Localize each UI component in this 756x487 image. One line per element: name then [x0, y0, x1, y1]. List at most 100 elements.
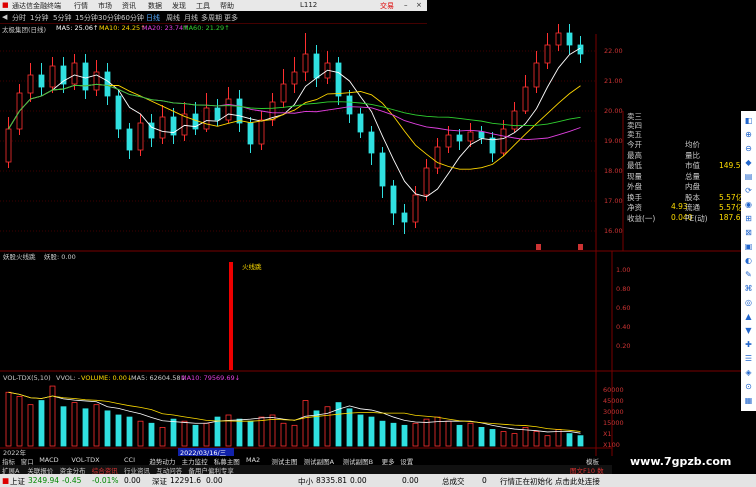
sz-value: 12291.6 — [170, 476, 202, 485]
candle-body — [533, 62, 540, 88]
side-btn-7-icon[interactable]: ◉ — [743, 199, 754, 210]
price-tick-label: 17.00 — [604, 197, 623, 205]
vol-ma10: MA10: 79569.69↓ — [181, 374, 240, 382]
candle-body — [456, 134, 463, 142]
extra-value: 0.00 — [402, 476, 419, 485]
candle-body — [236, 98, 243, 124]
side-btn-20-icon[interactable]: ⊙ — [743, 381, 754, 392]
candle-body — [126, 128, 133, 151]
side-btn-9-icon[interactable]: ⊠ — [743, 227, 754, 238]
indicator-tab[interactable]: MACD — [39, 456, 58, 464]
sz-amount: 0.00 — [206, 476, 223, 485]
connection-message[interactable]: 行情正在初始化 点击此处连接 — [500, 476, 600, 487]
signal-bar — [229, 262, 233, 370]
price-tick-label: 18.00 — [604, 167, 623, 175]
price-axis: 22.00 21.00 20.00 19.00 18.00 17.00 16.00 — [604, 47, 623, 235]
volume-bar — [27, 404, 34, 447]
volume-bar — [577, 435, 584, 447]
volume-tick-label: X100 — [603, 441, 620, 449]
side-btn-3-icon[interactable]: ⊖ — [743, 143, 754, 154]
volume-bar — [170, 418, 177, 447]
side-btn-15-icon[interactable]: ▲ — [743, 311, 754, 322]
watermark: www.7gpzb.com — [630, 455, 732, 468]
volume-bar — [181, 420, 188, 447]
mid-name[interactable]: 中小 — [298, 476, 313, 487]
quote-label-right: 股本 — [685, 192, 700, 202]
side-btn-1-icon[interactable]: ◧ — [743, 115, 754, 126]
volume-tick-label: X1 — [603, 430, 612, 438]
candle-body — [566, 32, 573, 46]
candle-body — [104, 71, 111, 97]
candle-group — [5, 24, 584, 234]
candle-body — [5, 128, 12, 163]
quote-label-left: 外盘 — [627, 182, 642, 191]
vol-vvol: VVOL: - — [56, 374, 81, 382]
candle-body — [445, 134, 452, 148]
candle-body — [544, 44, 551, 64]
signal-marker-1 — [536, 244, 541, 250]
volume-tick-label: 15000 — [603, 419, 624, 427]
candle-body — [159, 116, 166, 139]
side-btn-14-icon[interactable]: ◎ — [743, 297, 754, 308]
candle-body — [390, 185, 397, 214]
volume-bar — [291, 424, 298, 447]
side-btn-16-icon[interactable]: ▼ — [743, 325, 754, 336]
volume-bar — [49, 385, 56, 447]
indicator-tab[interactable]: VOL-TDX — [71, 456, 99, 464]
volume-bar — [346, 408, 353, 447]
quote-label-left: 最高 — [627, 150, 642, 160]
side-btn-10-icon[interactable]: ▣ — [743, 241, 754, 252]
side-btn-2-icon[interactable]: ⊕ — [743, 129, 754, 140]
candle-body — [467, 131, 474, 142]
side-btn-13-icon[interactable]: ⌘ — [743, 283, 754, 294]
side-btn-21-icon[interactable]: ▦ — [743, 395, 754, 406]
volume-bars — [5, 385, 584, 447]
side-btn-19-icon[interactable]: ◈ — [743, 367, 754, 378]
volume-bar — [236, 418, 243, 447]
side-btn-6-icon[interactable]: ⟳ — [743, 185, 754, 196]
candle-body — [38, 74, 45, 88]
price-tick-label: 22.00 — [604, 47, 623, 55]
volume-bar — [82, 408, 89, 447]
side-btn-18-icon[interactable]: ☰ — [743, 353, 754, 364]
volume-bar — [225, 414, 232, 447]
panel2-axis: 1.00 0.80 0.60 0.40 0.20 — [616, 266, 630, 350]
panel2-tick-label: 0.40 — [616, 323, 630, 331]
volume-tick-label: 60000 — [603, 386, 624, 394]
volume-bar — [357, 414, 364, 447]
volume-bar — [192, 424, 199, 447]
extension-tabs: 扩展A 关联报价 资金分布 综合资讯 行业资讯 互动问答 备用户偏利专享 图文F10 数 — [0, 465, 612, 475]
volume-bar — [148, 422, 155, 447]
volume-bar — [489, 429, 496, 447]
sh-amount: 0.00 — [124, 476, 141, 485]
volume-tick-label: 45000 — [603, 397, 624, 405]
candle-body — [313, 53, 320, 79]
side-btn-12-icon[interactable]: ✎ — [743, 269, 754, 280]
sh-value: 3249.94 — [28, 476, 60, 485]
candle-body — [522, 86, 529, 112]
side-btn-4-icon[interactable]: ◆ — [743, 157, 754, 168]
side-btn-11-icon[interactable]: ◐ — [743, 255, 754, 266]
candle-body — [478, 131, 485, 139]
volume-bar — [390, 422, 397, 447]
candle-body — [214, 107, 221, 121]
indicator-tab[interactable]: MA2 — [246, 456, 260, 464]
volume-bar — [478, 426, 485, 447]
side-btn-8-icon[interactable]: ⊞ — [743, 213, 754, 224]
volume-bar — [60, 406, 67, 447]
deal-value: 0 — [482, 476, 487, 485]
sz-name[interactable]: 深证 — [152, 476, 167, 487]
candle-body — [368, 131, 375, 154]
candle-body — [137, 122, 144, 151]
chart-area[interactable]: 22.00 21.00 20.00 19.00 18.00 17.00 16.00 妖股火线… — [0, 0, 756, 487]
volume-bar — [445, 420, 452, 447]
volume-bar — [544, 435, 551, 447]
sh-name[interactable]: 上证 — [10, 476, 25, 487]
indicator-tab[interactable]: CCI — [124, 456, 135, 464]
panel2-title: 妖股火线跳 — [3, 252, 36, 261]
volume-bar — [302, 400, 309, 447]
quote-label-right: 内盘 — [685, 182, 700, 191]
side-btn-17-icon[interactable]: ✚ — [743, 339, 754, 350]
side-btn-5-icon[interactable]: ▤ — [743, 171, 754, 182]
volume-bar — [423, 418, 430, 447]
